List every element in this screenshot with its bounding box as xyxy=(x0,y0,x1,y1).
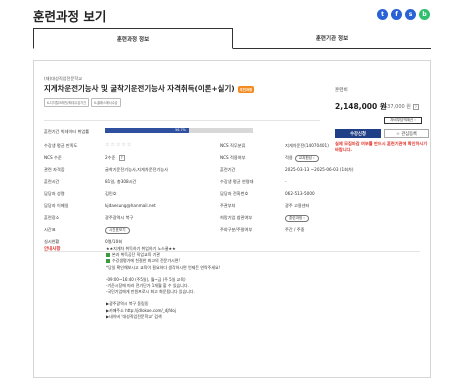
facebook-icon[interactable]: f xyxy=(391,9,402,20)
self-pay-calc-button[interactable]: 자비부담액계산 › xyxy=(384,117,422,124)
schedule-label: 시간표 xyxy=(44,227,56,232)
notice-label: 안내사항 xyxy=(44,247,61,252)
period-label: 훈련기간 xyxy=(220,167,236,172)
tel-label: 담당자 전화번호 xyxy=(220,191,249,196)
tag-item: K-클래스에서수강 xyxy=(91,98,121,107)
weekday-label: 주야구분/주말여부 xyxy=(220,227,253,232)
ncs-std-label: NCS 적용여부 xyxy=(220,155,246,160)
warning-text: 실제 모집마감 여부를 반드시 훈련기관에 확인하시기 바랍니다. xyxy=(335,141,428,152)
capacity-value: 0명/10회 xyxy=(105,239,123,244)
page-title: 훈련과정 보기 xyxy=(33,9,107,24)
notice-line: ▶네이버 '대성직업전문학교' 검색 xyxy=(106,313,162,319)
original-price-text: 537,000 원 xyxy=(384,104,411,110)
blog-icon[interactable]: b xyxy=(419,9,430,20)
divider xyxy=(44,251,420,252)
hours-value: 81일, 총308시간 xyxy=(105,179,137,184)
tab-bar: 훈련과정 정보 훈련기관 정보 xyxy=(33,28,431,49)
ncs-level-value: 2수준 xyxy=(105,155,116,160)
apply-button[interactable]: 수강신청 xyxy=(335,129,381,138)
price: 2,148,000 원 xyxy=(335,102,387,111)
notice-line-text: 수강생평가에 친절한 최고의 전문가시면! xyxy=(112,258,180,264)
share-buttons: t f s b xyxy=(377,9,430,20)
star-rating: ☆☆☆☆☆ xyxy=(105,142,133,148)
ncs-std-value: 적용 xyxy=(285,155,293,160)
help-icon[interactable]: ? xyxy=(118,155,125,161)
place-label: 훈련장소 xyxy=(44,215,60,220)
course-chip[interactable]: 훈련과정 › xyxy=(285,215,309,222)
manager-label: 담당자 성명 xyxy=(44,191,65,196)
recommend-badge: 추천과정 xyxy=(237,85,255,93)
satisfaction-label: 수강생 평균 만족도 xyxy=(44,143,78,148)
notice-content: ★★지게차 취득하기 취업하기 노스쿨★★ 본과 취득공단 직업교육 기관 수강… xyxy=(106,246,220,320)
hours-label: 훈련시간 xyxy=(44,179,60,184)
cert-label: 관련 자격증 xyxy=(44,167,65,172)
period-value: 2025-03-13 ~2025-06-03 (1회차) xyxy=(285,167,354,172)
employment-progress: 56.7% xyxy=(105,128,253,133)
ncs-level-label: NCS 수준 xyxy=(44,155,62,160)
employment-progress-fill: 56.7% xyxy=(105,128,189,133)
ncs-code: 지게차운전(14070401) xyxy=(285,143,329,148)
age-value: - xyxy=(285,179,287,184)
divider xyxy=(44,120,320,121)
notice-line: *당일 확인해보시고 교육이 필요하다 생각하시면 언제든 연락주세요! xyxy=(106,264,221,270)
curriculum-chip[interactable]: 교과편성 › xyxy=(294,155,319,162)
visit-value: 훈련과정 › xyxy=(285,215,309,222)
help-icon[interactable]: ? xyxy=(412,103,419,110)
tag-list: K-디지털크레딧/최대수강기간 K-클래스에서수강 xyxy=(44,98,121,107)
tel-value: 062-513-5000 xyxy=(285,191,315,196)
check-icon xyxy=(106,253,110,258)
email-label: 담당자 이메일 xyxy=(44,203,69,208)
price-label: 훈련비 xyxy=(335,88,348,93)
email-value[interactable]: kjdaesung@hanmail.net xyxy=(105,203,156,208)
schedule-button[interactable]: 시간표보기 xyxy=(105,227,130,234)
course-title-text: 지게차운전기능사 및 굴착기운전기능사 자격취득(이론+실기) xyxy=(44,84,235,93)
ncs-std: 적용 교과편성 › xyxy=(285,155,319,162)
ncs-level: 2수준 ? xyxy=(105,155,125,161)
place-value: 광주광역시 북구 xyxy=(105,215,134,220)
course-card: (재)대성직업전문학교 지게차운전기능사 및 굴착기운전기능사 자격취득(이론+… xyxy=(33,60,431,378)
schedule-value: 시간표보기 xyxy=(105,227,130,234)
tab-course-info[interactable]: 훈련과정 정보 xyxy=(33,28,233,49)
visit-label: 희망기업 참관여부 xyxy=(220,215,253,220)
age-label: 수강생 평균 연령대 xyxy=(220,179,254,184)
capacity-label: 실시현황 xyxy=(44,239,60,244)
course-title: 지게차운전기능사 및 굴착기운전기능사 자격취득(이론+실기) 추천과정 xyxy=(44,83,255,94)
cert-value: 굴착기운전기능사,지게차운전기능사 xyxy=(105,167,168,172)
tab-institution-info[interactable]: 훈련기관 정보 xyxy=(233,28,431,48)
manager-value: 김민호 xyxy=(105,191,117,196)
twitter-icon[interactable]: t xyxy=(377,9,388,20)
region-label: 주관부처 xyxy=(220,203,236,208)
employment-label: 훈련기간 빅데이터 취업률 xyxy=(44,129,90,134)
region-value: 광주 고용센터 xyxy=(285,203,310,208)
institution-name: (재)대성직업전문학교 xyxy=(44,76,82,81)
check-icon xyxy=(106,259,110,264)
notice-line-text: 본과 취득공단 직업교육 기관 xyxy=(112,252,160,258)
original-price: 537,000 원? xyxy=(384,103,419,110)
kakaostory-icon[interactable]: s xyxy=(405,9,416,20)
weekday-value: 주간 / 주중 xyxy=(285,227,305,232)
tag-item: K-디지털크레딧/최대수강기간 xyxy=(44,98,90,107)
favorite-button[interactable]: ☆ 관심등록 xyxy=(384,129,429,138)
ncs-code-label: NCS 직무분류 xyxy=(220,143,246,148)
